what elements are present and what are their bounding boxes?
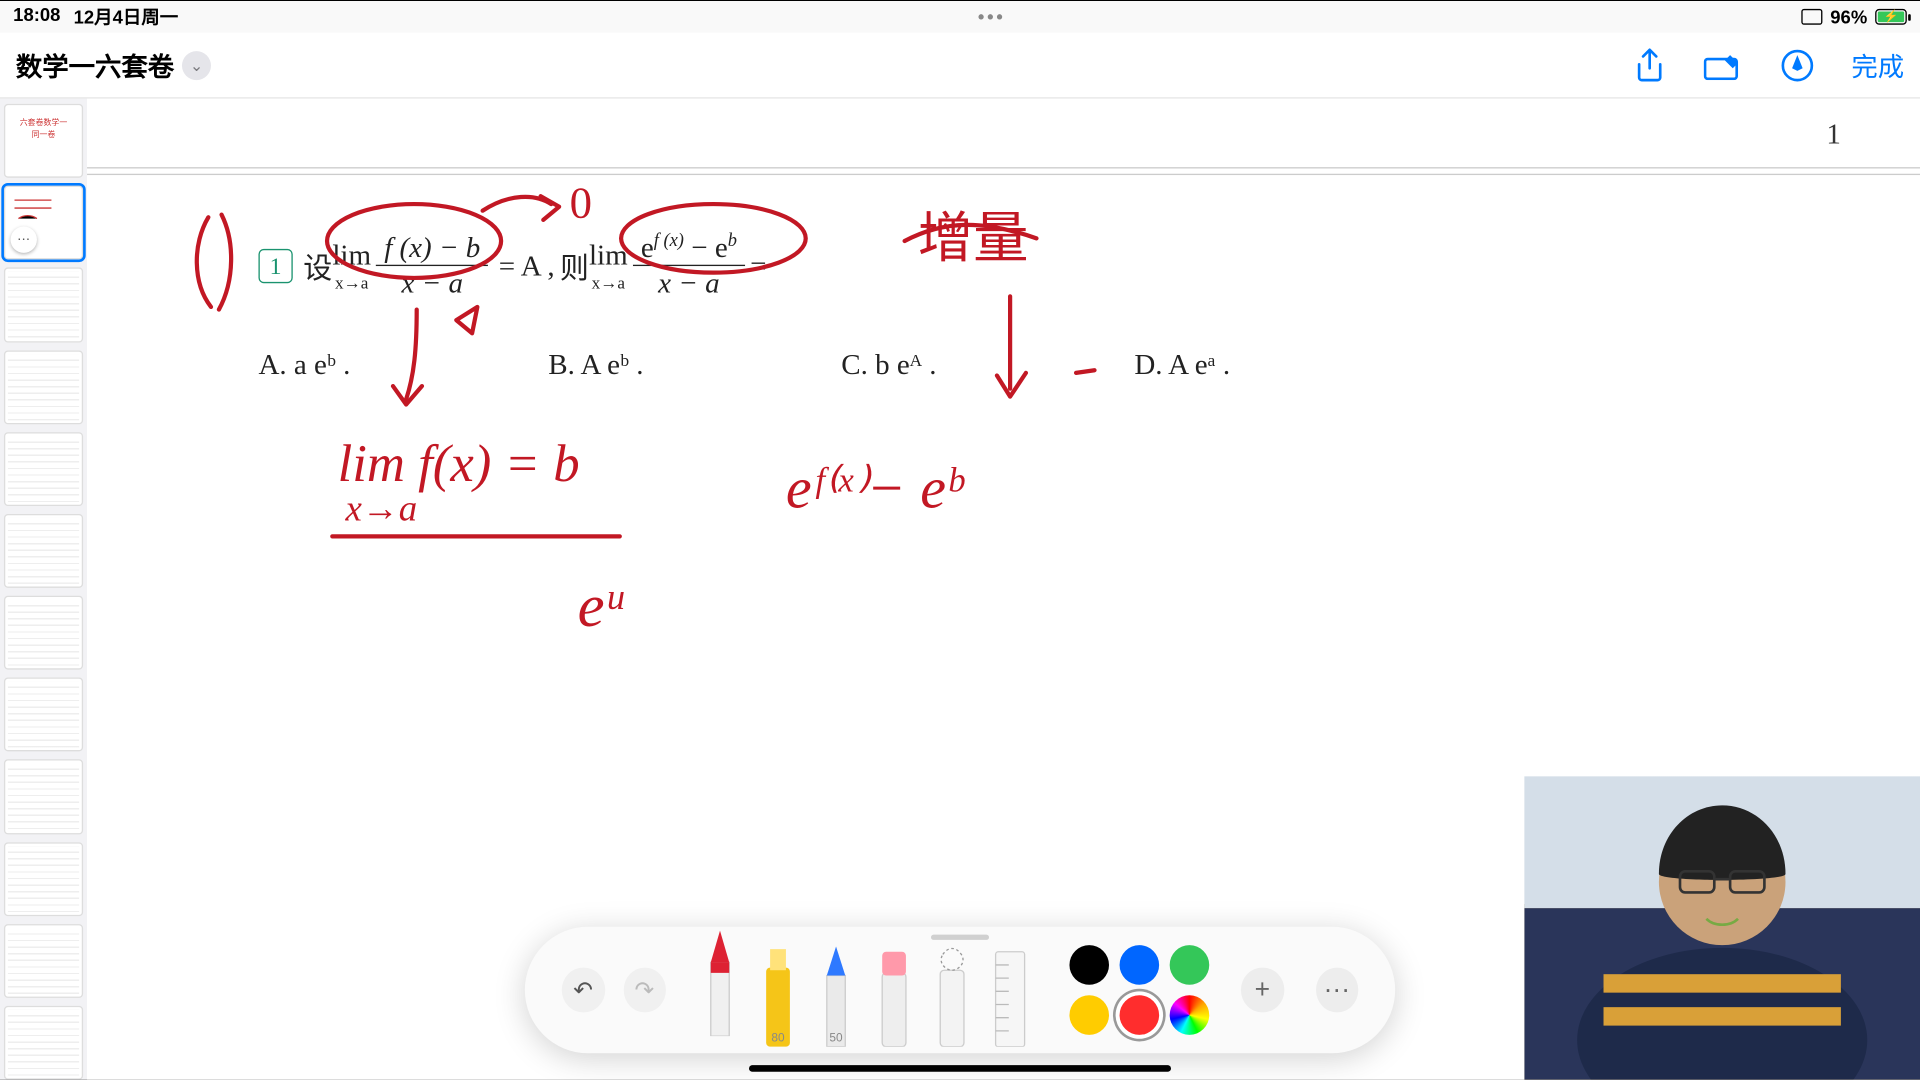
status-bar: 18:08 12月4日周一 96% ⚡ — [0, 1, 1920, 33]
thumbnail-6[interactable] — [4, 513, 83, 587]
redo-button[interactable]: ↷ — [623, 967, 666, 1012]
thumbnail-4[interactable] — [4, 349, 83, 423]
ink-eu: eᵘ — [578, 573, 625, 640]
problem-lead: 设 — [303, 244, 332, 286]
more-button[interactable]: ··· — [1315, 967, 1358, 1012]
undo-button[interactable]: ↶ — [562, 967, 605, 1012]
fraction-1: f (x) − b x − a — [376, 230, 488, 300]
problem-then: 则 — [560, 244, 589, 286]
tool-tray: 80 50 — [698, 933, 1033, 1046]
add-tool-button[interactable]: + — [1241, 967, 1284, 1012]
status-date: 12月4日周一 — [74, 3, 179, 29]
handwriting-layer: 0 增量 — [87, 98, 1538, 836]
thumbnail-8[interactable] — [4, 677, 83, 751]
choice-C: C. b eᴬ . — [841, 347, 936, 381]
thumbnail-1[interactable]: 六套卷数学一同一卷 — [4, 104, 83, 178]
thumbnail-7[interactable] — [4, 595, 83, 669]
pencil-size-label: 50 — [814, 1031, 859, 1044]
lim-2: lim x→a — [589, 237, 628, 292]
screen-mirror-icon — [1801, 9, 1822, 25]
app-stage: 18:08 12月4日周一 96% ⚡ 数学一六套卷 ⌄ 完成 — [0, 1, 1920, 1080]
share-icon[interactable] — [1633, 46, 1667, 83]
equals-A: = A , — [499, 248, 555, 282]
markup-icon[interactable] — [1704, 50, 1744, 79]
color-black[interactable] — [1069, 945, 1109, 985]
drawing-toolbar[interactable]: ↶ ↷ 80 50 — [525, 926, 1395, 1053]
page-number: 1 — [1826, 117, 1841, 151]
question-number: 1 — [258, 248, 292, 282]
tool-lasso[interactable] — [930, 933, 975, 1046]
title-chevron-icon[interactable]: ⌄ — [182, 50, 211, 79]
thumbnail-5[interactable] — [4, 431, 83, 505]
ink-zero: 0 — [570, 177, 592, 227]
lim-1: lim x→a — [332, 237, 371, 292]
thumbnail-10[interactable] — [4, 841, 83, 915]
page-rule — [87, 167, 1920, 175]
page-thumbnails-sidebar[interactable]: 六套卷数学一同一卷 ⋯ — [0, 98, 87, 1079]
ink-expr: eᶠ⁽ˣ⁾− eᵇ — [786, 455, 965, 520]
choice-A: A. a eᵇ . — [258, 347, 350, 381]
thumbnail-9[interactable] — [4, 759, 83, 833]
status-time: 18:08 — [13, 3, 60, 29]
fraction-2: ef (x) − eb x − a — [633, 230, 745, 300]
color-blue[interactable] — [1120, 945, 1160, 985]
done-button[interactable]: 完成 — [1851, 45, 1904, 83]
webcam-overlay — [1524, 776, 1920, 1079]
tool-eraser[interactable] — [872, 933, 917, 1046]
ink-lim-sub: x→a — [344, 487, 417, 528]
choice-B: B. A eᵇ . — [548, 347, 643, 381]
marker-size-label: 80 — [756, 1031, 801, 1044]
color-green[interactable] — [1170, 945, 1210, 985]
ink-lim: lim f(x) = b — [338, 435, 580, 493]
tool-pencil[interactable]: 50 — [814, 933, 859, 1046]
thumbnail-options-icon[interactable]: ⋯ — [11, 227, 37, 253]
thumbnail-12[interactable] — [4, 1005, 83, 1079]
thumbnail-11[interactable] — [4, 923, 83, 997]
pen-settings-icon[interactable] — [1780, 47, 1814, 81]
thumbnail-2[interactable]: ⋯ — [4, 185, 83, 259]
home-indicator[interactable] — [749, 1065, 1171, 1072]
problem-text: 1 设 lim x→a f (x) − b x − a = A , 则 — [258, 230, 1230, 382]
problem-tail: = — [750, 248, 766, 282]
choice-D: D. A eᵃ . — [1134, 347, 1230, 381]
tool-pen[interactable] — [698, 922, 743, 1035]
battery-percent: 96% — [1830, 6, 1867, 27]
tool-marker[interactable]: 80 — [756, 933, 801, 1046]
answer-choices: A. a eᵇ . B. A eᵇ . C. b eᴬ . D. A eᵃ . — [258, 347, 1230, 381]
thumbnail-3[interactable] — [4, 267, 83, 341]
top-toolbar: 数学一六套卷 ⌄ 完成 — [0, 32, 1920, 98]
multitask-dots[interactable] — [178, 14, 1801, 19]
color-palette — [1069, 945, 1209, 1035]
color-red[interactable] — [1120, 995, 1160, 1035]
tool-ruler[interactable] — [988, 933, 1033, 1046]
color-yellow[interactable] — [1069, 995, 1109, 1035]
document-title[interactable]: 数学一六套卷 — [16, 45, 174, 83]
color-picker-icon[interactable] — [1170, 995, 1210, 1035]
battery-icon: ⚡ — [1875, 9, 1907, 25]
